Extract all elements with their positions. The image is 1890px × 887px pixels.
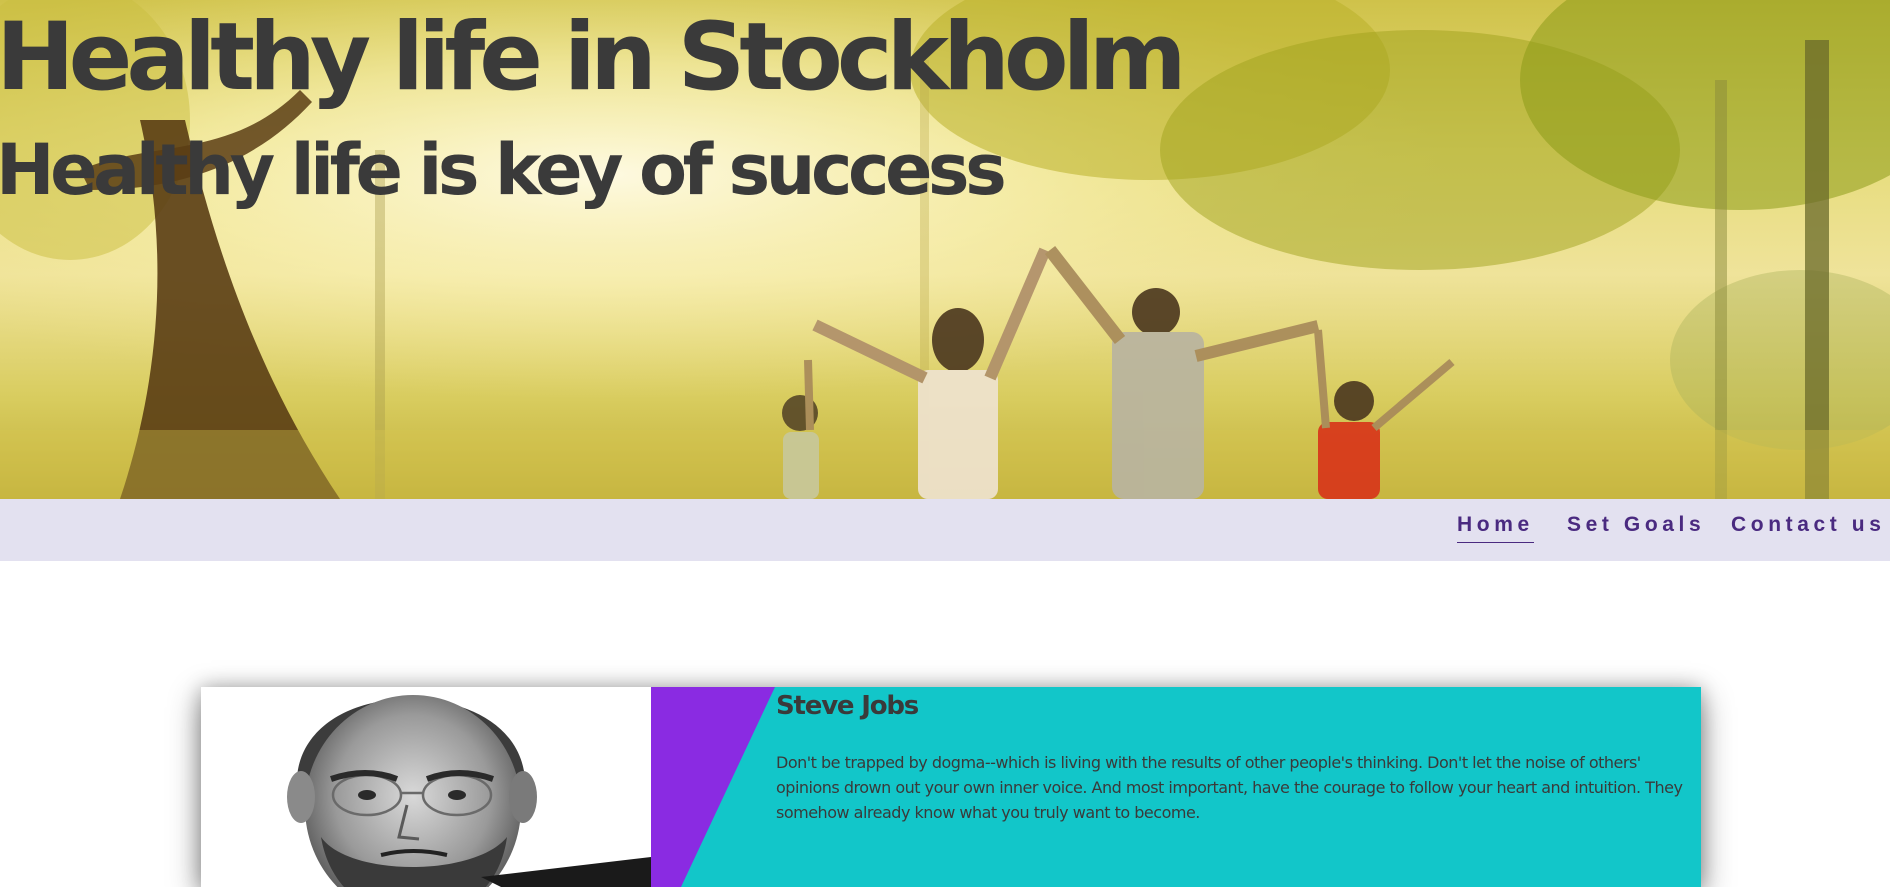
hero-banner: Healthy life in Stockholm Healthy life i… [0,0,1890,499]
quote-card: Steve Jobs Don't be trapped by dogma--wh… [201,687,1701,887]
portrait-image [201,687,651,887]
quote-text: Don't be trapped by dogma--which is livi… [776,753,1683,822]
nav-link-set-goals[interactable]: Set Goals [1567,513,1705,543]
main-navigation: Home Set Goals Contact us [0,499,1890,561]
nav-link-contact-us[interactable]: Contact us [1731,513,1886,543]
quote-author: Steve Jobs [776,691,919,721]
page-title: Healthy life in Stockholm [0,3,1187,112]
page-subtitle: Healthy life is key of success [0,129,1007,211]
nav-link-home[interactable]: Home [1457,513,1534,543]
portrait-illustration [287,695,651,887]
